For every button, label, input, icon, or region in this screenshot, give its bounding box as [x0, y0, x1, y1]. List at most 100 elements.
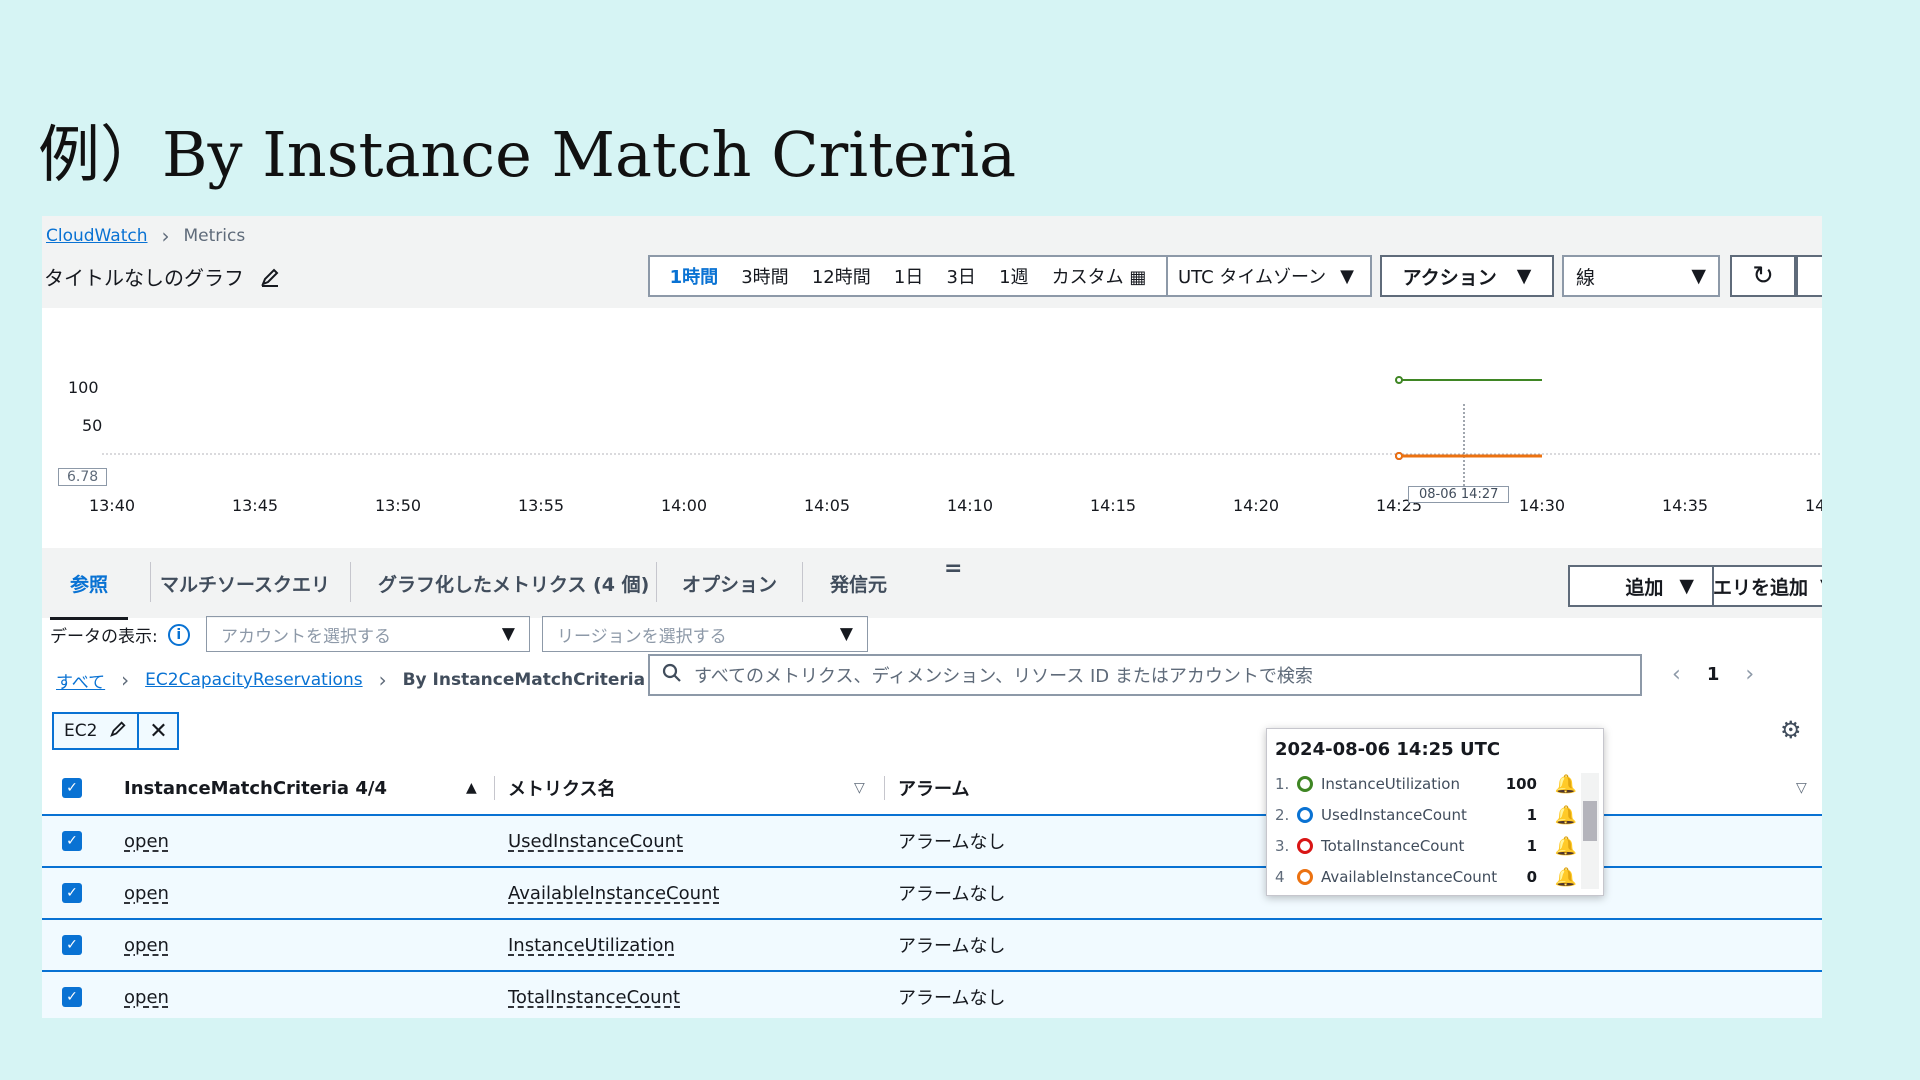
x-tick-label: 14:40	[1804, 496, 1822, 515]
metrics-breadcrumb: すべて › EC2CapacityReservations › By Insta…	[56, 662, 645, 698]
tooltip-index: 2.	[1275, 806, 1290, 824]
circle-icon	[1297, 776, 1313, 792]
tab-source[interactable]: 発信元	[830, 548, 887, 618]
tab-divider	[350, 562, 351, 602]
crumb-namespace-link[interactable]: EC2CapacityReservations	[145, 670, 362, 690]
time-range-12h[interactable]: 12時間	[812, 263, 871, 289]
calendar-icon: ▦	[1129, 267, 1147, 288]
region-placeholder: リージョンを選択する	[557, 626, 727, 647]
metrics-search-input[interactable]: すべてのメトリクス、ディメンション、リソース ID またはアカウントで検索	[648, 654, 1642, 696]
tooltip-value: 0	[1526, 868, 1538, 886]
timezone-select[interactable]: UTC タイムゾーン ▼	[1168, 255, 1372, 297]
tooltip-index: 1.	[1275, 775, 1290, 793]
column-divider	[884, 776, 885, 800]
series-point-AvailableInstanceCount	[1395, 452, 1403, 460]
row-checkbox[interactable]: ✓	[62, 883, 82, 903]
actions-label: アクション	[1402, 266, 1497, 289]
close-icon[interactable]: ✕	[137, 714, 177, 748]
sort-icon[interactable]: ▽	[1796, 780, 1807, 796]
select-all-checkbox[interactable]: ✓	[62, 778, 82, 798]
row-metric[interactable]: UsedInstanceCount	[508, 831, 683, 852]
bell-icon[interactable]: 🔔	[1537, 805, 1577, 826]
time-range-custom[interactable]: カスタム ▦	[1052, 263, 1147, 289]
bell-icon[interactable]: 🔔	[1537, 774, 1577, 795]
hover-date-label: 08-06 14:27	[1408, 486, 1510, 503]
time-range-3h[interactable]: 3時間	[741, 263, 788, 289]
tab-browse[interactable]: 参照	[49, 548, 129, 620]
tooltip-row: 1. InstanceUtilization 100 🔔	[1275, 769, 1577, 799]
resize-handle-icon[interactable]: =	[944, 556, 962, 581]
time-range-1h[interactable]: 1時間	[670, 263, 719, 289]
breadcrumb-cloudwatch-link[interactable]: CloudWatch	[46, 226, 148, 246]
add-math-label: 追加	[1625, 576, 1664, 599]
row-dimension[interactable]: open	[124, 987, 169, 1008]
chart-tooltip: 2024-08-06 14:25 UTC 1. InstanceUtilizat…	[1266, 728, 1604, 896]
breadcrumb: CloudWatch › Metrics	[46, 224, 245, 248]
cloudwatch-screenshot: CloudWatch › Metrics タイトルなしのグラフ 1時間 3時間 …	[42, 216, 1822, 1018]
refresh-icon: ↻	[1752, 261, 1774, 291]
time-range-1d[interactable]: 1日	[894, 263, 923, 289]
tooltip-scrollbar[interactable]	[1581, 773, 1599, 889]
gear-icon[interactable]: ⚙	[1780, 716, 1802, 744]
row-metric[interactable]: TotalInstanceCount	[508, 987, 680, 1008]
time-range-3d[interactable]: 3日	[946, 263, 975, 289]
tooltip-row: 3. TotalInstanceCount 1 🔔	[1275, 831, 1577, 861]
refresh-options-button[interactable]	[1796, 255, 1822, 297]
tooltip-metric: InstanceUtilization	[1321, 775, 1460, 793]
header-dimension[interactable]: InstanceMatchCriteria 4/4	[124, 778, 387, 799]
row-checkbox[interactable]: ✓	[62, 831, 82, 851]
edit-pencil-icon[interactable]	[109, 720, 127, 743]
next-page-icon[interactable]: ›	[1745, 662, 1754, 687]
tab-multi-source-query[interactable]: マルチソースクエリ	[160, 548, 330, 618]
tab-graphed-metrics[interactable]: グラフ化したメトリクス (4 個)	[378, 548, 649, 618]
caret-down-icon: ▼	[1340, 265, 1354, 287]
row-alarm: アラームなし	[898, 936, 1006, 957]
row-checkbox[interactable]: ✓	[62, 935, 82, 955]
crumb-all-link[interactable]: すべて	[56, 668, 105, 693]
sort-asc-icon[interactable]: ▲	[466, 780, 477, 796]
data-display-row: データの表示: i	[50, 622, 190, 647]
row-metric[interactable]: InstanceUtilization	[508, 935, 675, 956]
current-page[interactable]: 1	[1707, 664, 1720, 685]
scrollbar-thumb[interactable]	[1583, 801, 1597, 841]
account-select[interactable]: アカウントを選択する ▼	[206, 616, 530, 652]
tab-divider	[656, 562, 657, 602]
header-metric[interactable]: メトリクス名	[508, 775, 615, 801]
actions-button[interactable]: アクション ▼	[1380, 255, 1554, 297]
header-alarm[interactable]: アラーム	[898, 775, 969, 801]
y-tick-100: 100	[68, 378, 99, 397]
row-checkbox[interactable]: ✓	[62, 987, 82, 1007]
edit-pencil-icon[interactable]	[260, 267, 280, 287]
table-row[interactable]: ✓ open TotalInstanceCount アラームなし	[42, 970, 1822, 1018]
tooltip-title: 2024-08-06 14:25 UTC	[1275, 739, 1501, 760]
timezone-label: UTC タイムゾーン	[1178, 267, 1327, 288]
bell-icon[interactable]: 🔔	[1537, 836, 1577, 857]
y-tick-50: 50	[82, 416, 103, 435]
x-tick-label: 13:55	[517, 496, 565, 515]
graph-type-select[interactable]: 線 ▼	[1562, 255, 1720, 297]
tab-options[interactable]: オプション	[682, 548, 777, 618]
row-dimension[interactable]: open	[124, 935, 169, 956]
tooltip-metric: TotalInstanceCount	[1321, 837, 1465, 855]
tooltip-value: 1	[1526, 806, 1537, 824]
refresh-button[interactable]: ↻	[1730, 255, 1796, 297]
caret-down-icon: ▼	[1691, 265, 1706, 287]
sort-icon[interactable]: ▽	[854, 780, 865, 796]
region-select[interactable]: リージョンを選択する ▼	[542, 616, 868, 652]
info-icon[interactable]: i	[167, 623, 190, 646]
table-row[interactable]: ✓ open InstanceUtilization アラームなし	[42, 918, 1822, 970]
add-math-button[interactable]: 追加 ▼	[1568, 565, 1714, 607]
tooltip-value: 1	[1526, 837, 1537, 855]
filter-token-body[interactable]: EC2	[54, 714, 137, 748]
series-point-InstanceUtilization	[1395, 376, 1403, 384]
row-alarm: アラームなし	[898, 884, 1006, 905]
slide-title: 例）By Instance Match Criteria	[38, 118, 1017, 191]
bell-icon[interactable]: 🔔	[1537, 867, 1577, 888]
time-range-1w[interactable]: 1週	[999, 263, 1028, 289]
row-metric[interactable]: AvailableInstanceCount	[508, 883, 720, 904]
prev-page-icon[interactable]: ‹	[1672, 662, 1681, 687]
pagination: ‹ 1 ›	[1672, 662, 1754, 687]
row-dimension[interactable]: open	[124, 883, 169, 904]
row-alarm: アラームなし	[898, 832, 1006, 853]
row-dimension[interactable]: open	[124, 831, 169, 852]
